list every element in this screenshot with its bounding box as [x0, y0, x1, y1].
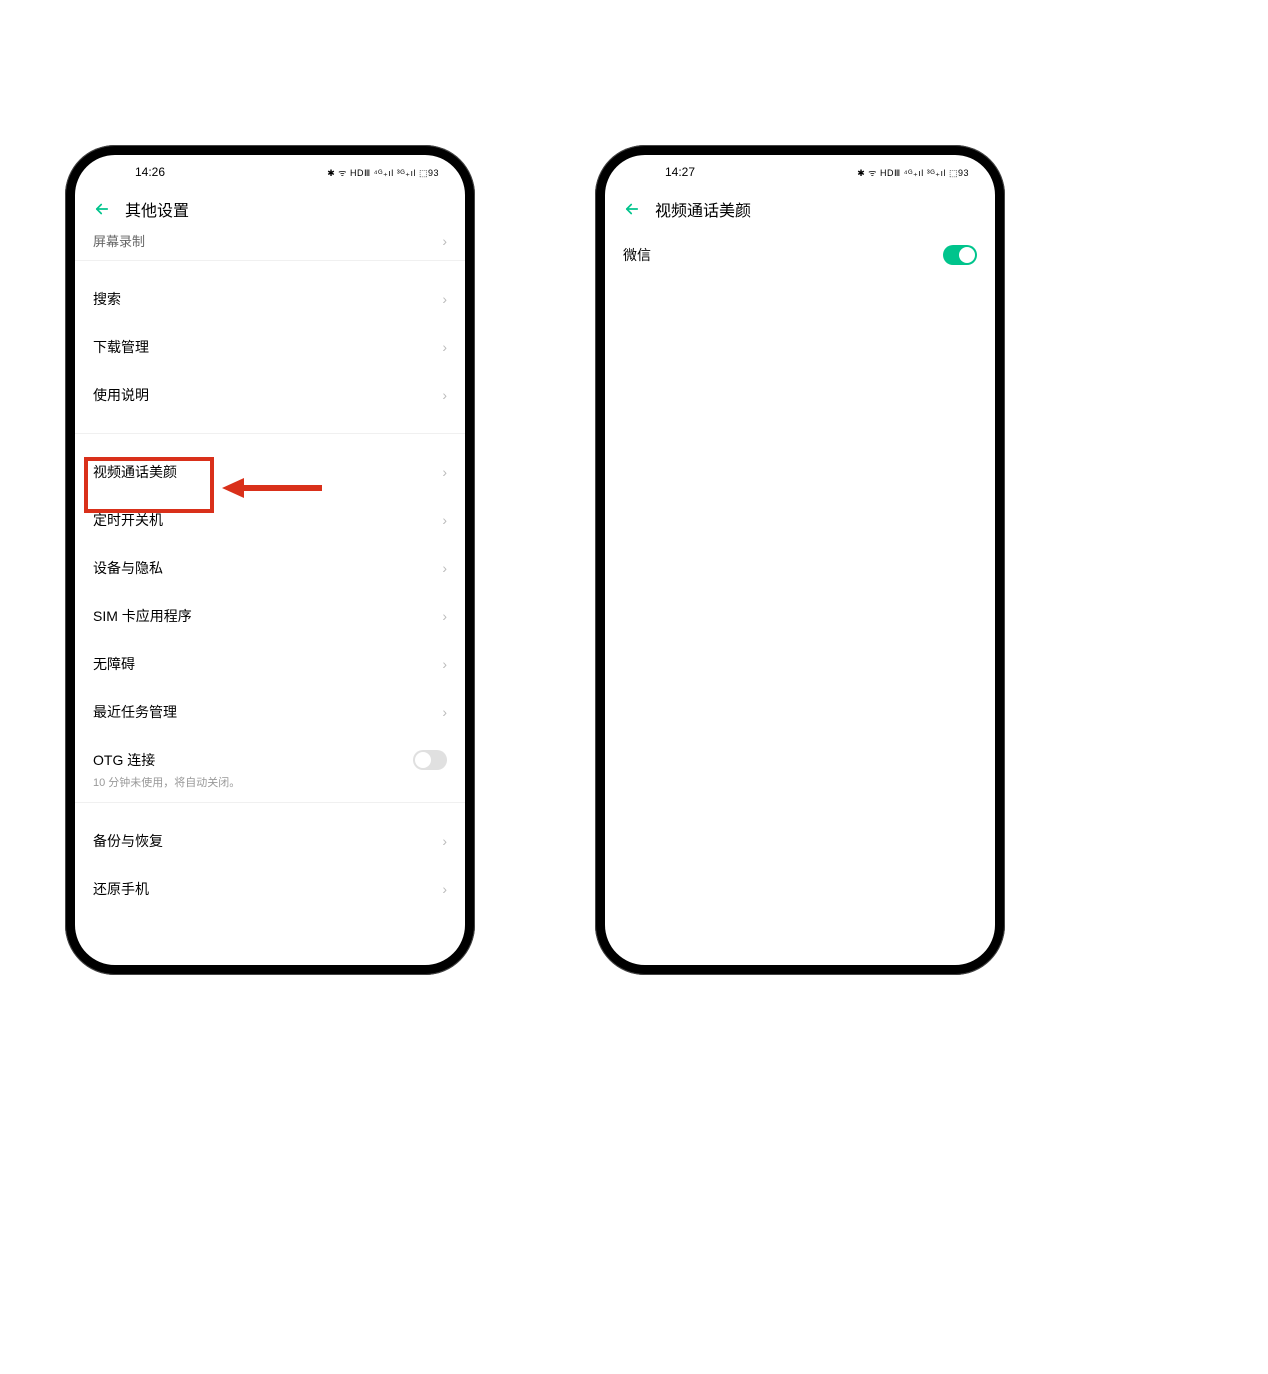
chevron-right-icon: › — [442, 656, 447, 672]
row-screen-recording[interactable]: 屏幕录制 › — [75, 231, 465, 261]
settings-list[interactable]: 屏幕录制 › 搜索 › 下载管理 › 使用说明 › 视频通话美颜 › — [75, 231, 465, 913]
chevron-right-icon: › — [442, 339, 447, 355]
row-download-manager[interactable]: 下载管理 › — [75, 323, 465, 371]
chevron-right-icon: › — [442, 608, 447, 624]
row-label: SIM 卡应用程序 — [93, 606, 192, 626]
page-title: 视频通话美颜 — [655, 197, 751, 221]
row-label: 下载管理 — [93, 337, 149, 357]
row-label: 备份与恢复 — [93, 831, 163, 851]
header: 视频通话美颜 — [605, 183, 995, 231]
row-search[interactable]: 搜索 › — [75, 275, 465, 323]
chevron-right-icon: › — [442, 387, 447, 403]
chevron-right-icon: › — [442, 881, 447, 897]
status-icons: ✱ ᯤ HDⅢ ⁴ᴳ₊ıl ³ᴳ₊ıl ⬚93 — [857, 166, 969, 179]
header: 其他设置 — [75, 183, 465, 231]
status-bar: 14:27 ✱ ᯤ HDⅢ ⁴ᴳ₊ıl ³ᴳ₊ıl ⬚93 — [605, 155, 995, 183]
otg-toggle[interactable] — [413, 750, 447, 770]
row-label: OTG 连接 — [93, 750, 155, 770]
row-sim-apps[interactable]: SIM 卡应用程序 › — [75, 592, 465, 640]
row-accessibility[interactable]: 无障碍 › — [75, 640, 465, 688]
row-label: 屏幕录制 — [93, 231, 145, 250]
chevron-right-icon: › — [442, 704, 447, 720]
wechat-toggle[interactable] — [943, 245, 977, 265]
back-icon[interactable] — [623, 200, 641, 218]
status-bar: 14:26 ✱ ᯤ HDⅢ ⁴ᴳ₊ıl ³ᴳ₊ıl ⬚93 — [75, 155, 465, 183]
chevron-right-icon: › — [442, 833, 447, 849]
row-device-privacy[interactable]: 设备与隐私 › — [75, 544, 465, 592]
row-label: 视频通话美颜 — [93, 462, 177, 482]
row-wechat[interactable]: 微信 — [605, 231, 995, 279]
annotation-arrow-icon — [222, 476, 322, 500]
chevron-right-icon: › — [442, 464, 447, 480]
chevron-right-icon: › — [442, 291, 447, 307]
row-otg[interactable]: OTG 连接 — [75, 736, 465, 784]
back-icon[interactable] — [93, 200, 111, 218]
screen-right: 14:27 ✱ ᯤ HDⅢ ⁴ᴳ₊ıl ³ᴳ₊ıl ⬚93 视频通话美颜 微信 — [605, 155, 995, 965]
status-time: 14:27 — [665, 165, 695, 179]
row-label: 设备与隐私 — [93, 558, 163, 578]
chevron-right-icon: › — [442, 233, 447, 249]
row-recent-tasks[interactable]: 最近任务管理 › — [75, 688, 465, 736]
row-label: 搜索 — [93, 289, 121, 309]
screen-left: 14:26 ✱ ᯤ HDⅢ ⁴ᴳ₊ıl ³ᴳ₊ıl ⬚93 其他设置 屏幕录制 … — [75, 155, 465, 965]
row-label: 最近任务管理 — [93, 702, 177, 722]
page-title: 其他设置 — [125, 197, 189, 221]
row-label: 使用说明 — [93, 385, 149, 405]
status-time: 14:26 — [135, 165, 165, 179]
row-backup-restore[interactable]: 备份与恢复 › — [75, 817, 465, 865]
row-instructions[interactable]: 使用说明 › — [75, 371, 465, 419]
row-label: 微信 — [623, 245, 651, 265]
row-label: 无障碍 — [93, 654, 135, 674]
beauty-list: 微信 — [605, 231, 995, 279]
row-reset-phone[interactable]: 还原手机 › — [75, 865, 465, 913]
phone-frame-left: 14:26 ✱ ᯤ HDⅢ ⁴ᴳ₊ıl ³ᴳ₊ıl ⬚93 其他设置 屏幕录制 … — [65, 145, 475, 975]
row-label: 定时开关机 — [93, 510, 163, 530]
status-icons: ✱ ᯤ HDⅢ ⁴ᴳ₊ıl ³ᴳ₊ıl ⬚93 — [327, 166, 439, 179]
row-scheduled-power[interactable]: 定时开关机 › — [75, 496, 465, 544]
chevron-right-icon: › — [442, 560, 447, 576]
chevron-right-icon: › — [442, 512, 447, 528]
phone-frame-right: 14:27 ✱ ᯤ HDⅢ ⁴ᴳ₊ıl ³ᴳ₊ıl ⬚93 视频通话美颜 微信 — [595, 145, 1005, 975]
row-label: 还原手机 — [93, 879, 149, 899]
